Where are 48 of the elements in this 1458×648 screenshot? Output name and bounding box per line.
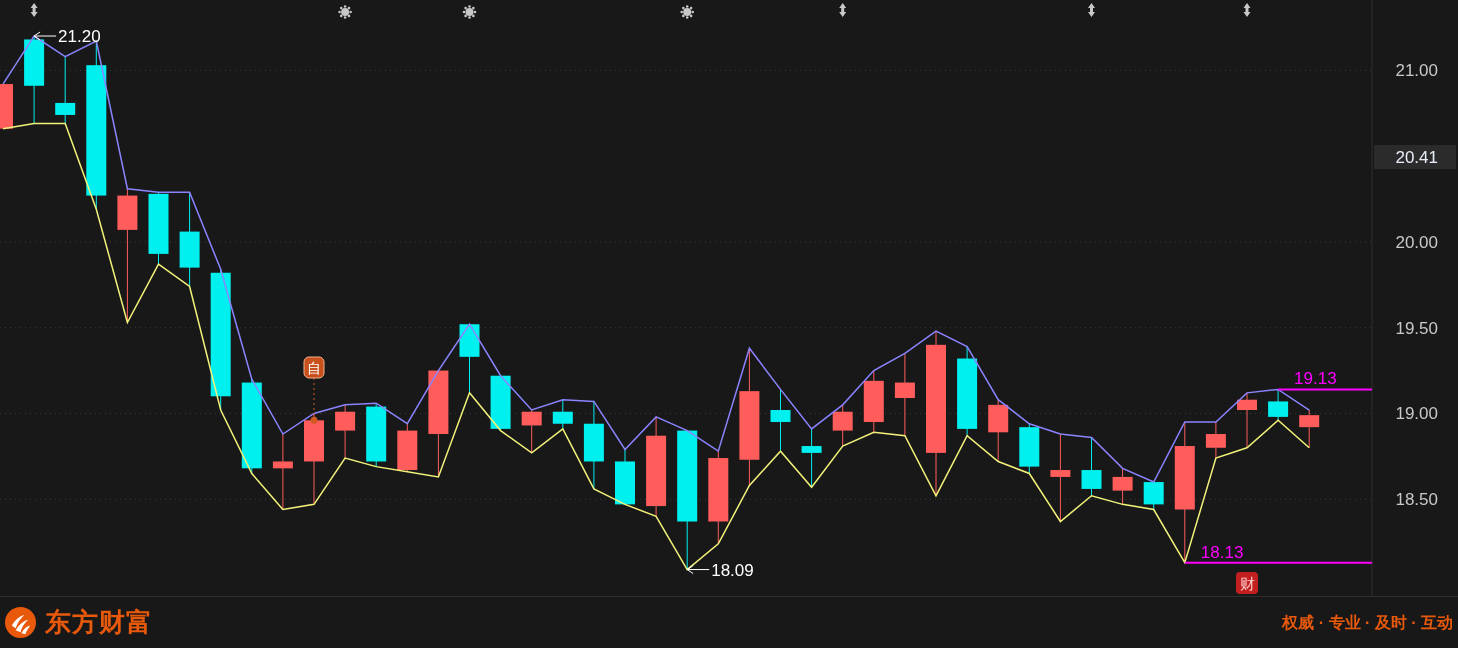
finance-badge[interactable]: 财 (1236, 572, 1258, 594)
candlestick (397, 423, 418, 473)
axis-label: 18.50 (1395, 490, 1438, 510)
note-badge[interactable]: 自 (303, 356, 325, 379)
burst-marker-icon[interactable] (680, 5, 694, 19)
candlestick (1019, 423, 1040, 474)
point-marker (310, 416, 318, 424)
candlestick (490, 375, 511, 432)
arrow-icon (33, 31, 57, 41)
split-marker-icon[interactable] (839, 3, 847, 17)
candlestick (0, 83, 13, 130)
candlestick (459, 323, 480, 394)
candlestick (1205, 421, 1226, 459)
price-label: 21.20 (58, 27, 101, 47)
axis-label: 19.00 (1395, 404, 1438, 424)
axis-label: 21.00 (1395, 61, 1438, 81)
candlestick (801, 428, 822, 488)
axis-label: 20.00 (1395, 232, 1438, 252)
candlestick (366, 402, 387, 468)
arrow-icon (686, 565, 710, 575)
burst-marker-icon[interactable] (338, 5, 352, 19)
split-marker-icon[interactable] (1088, 3, 1095, 17)
logo-icon (5, 607, 36, 638)
candlestick (1112, 467, 1133, 505)
candlestick (770, 388, 791, 452)
burst-marker-icon[interactable] (462, 5, 477, 19)
candlestick (552, 399, 573, 430)
price-label: 18.09 (711, 560, 754, 580)
candlestick (1299, 409, 1320, 449)
price-label: 19.13 (1294, 369, 1337, 389)
split-marker-icon[interactable] (1243, 3, 1251, 17)
brand-name: 东方财富 (45, 606, 153, 639)
candlestick (1081, 436, 1102, 497)
candlestick (615, 448, 635, 505)
candlestick (55, 56, 76, 124)
slogan: 权威 · 专业 · 及时 · 互动 (1282, 612, 1453, 633)
candlestick (988, 399, 1009, 462)
price-label: 18.13 (1200, 542, 1244, 562)
candlestick (1143, 481, 1164, 510)
candlestick (521, 409, 542, 454)
candlestick (863, 370, 884, 433)
candlestick (832, 404, 853, 447)
axis-label: 19.50 (1395, 318, 1438, 338)
split-marker-icon[interactable] (30, 3, 38, 17)
candlestick (1237, 392, 1257, 449)
current-price-tag: 20.41 (1374, 145, 1456, 169)
candlestick (1268, 388, 1289, 421)
candlestick (335, 404, 356, 459)
